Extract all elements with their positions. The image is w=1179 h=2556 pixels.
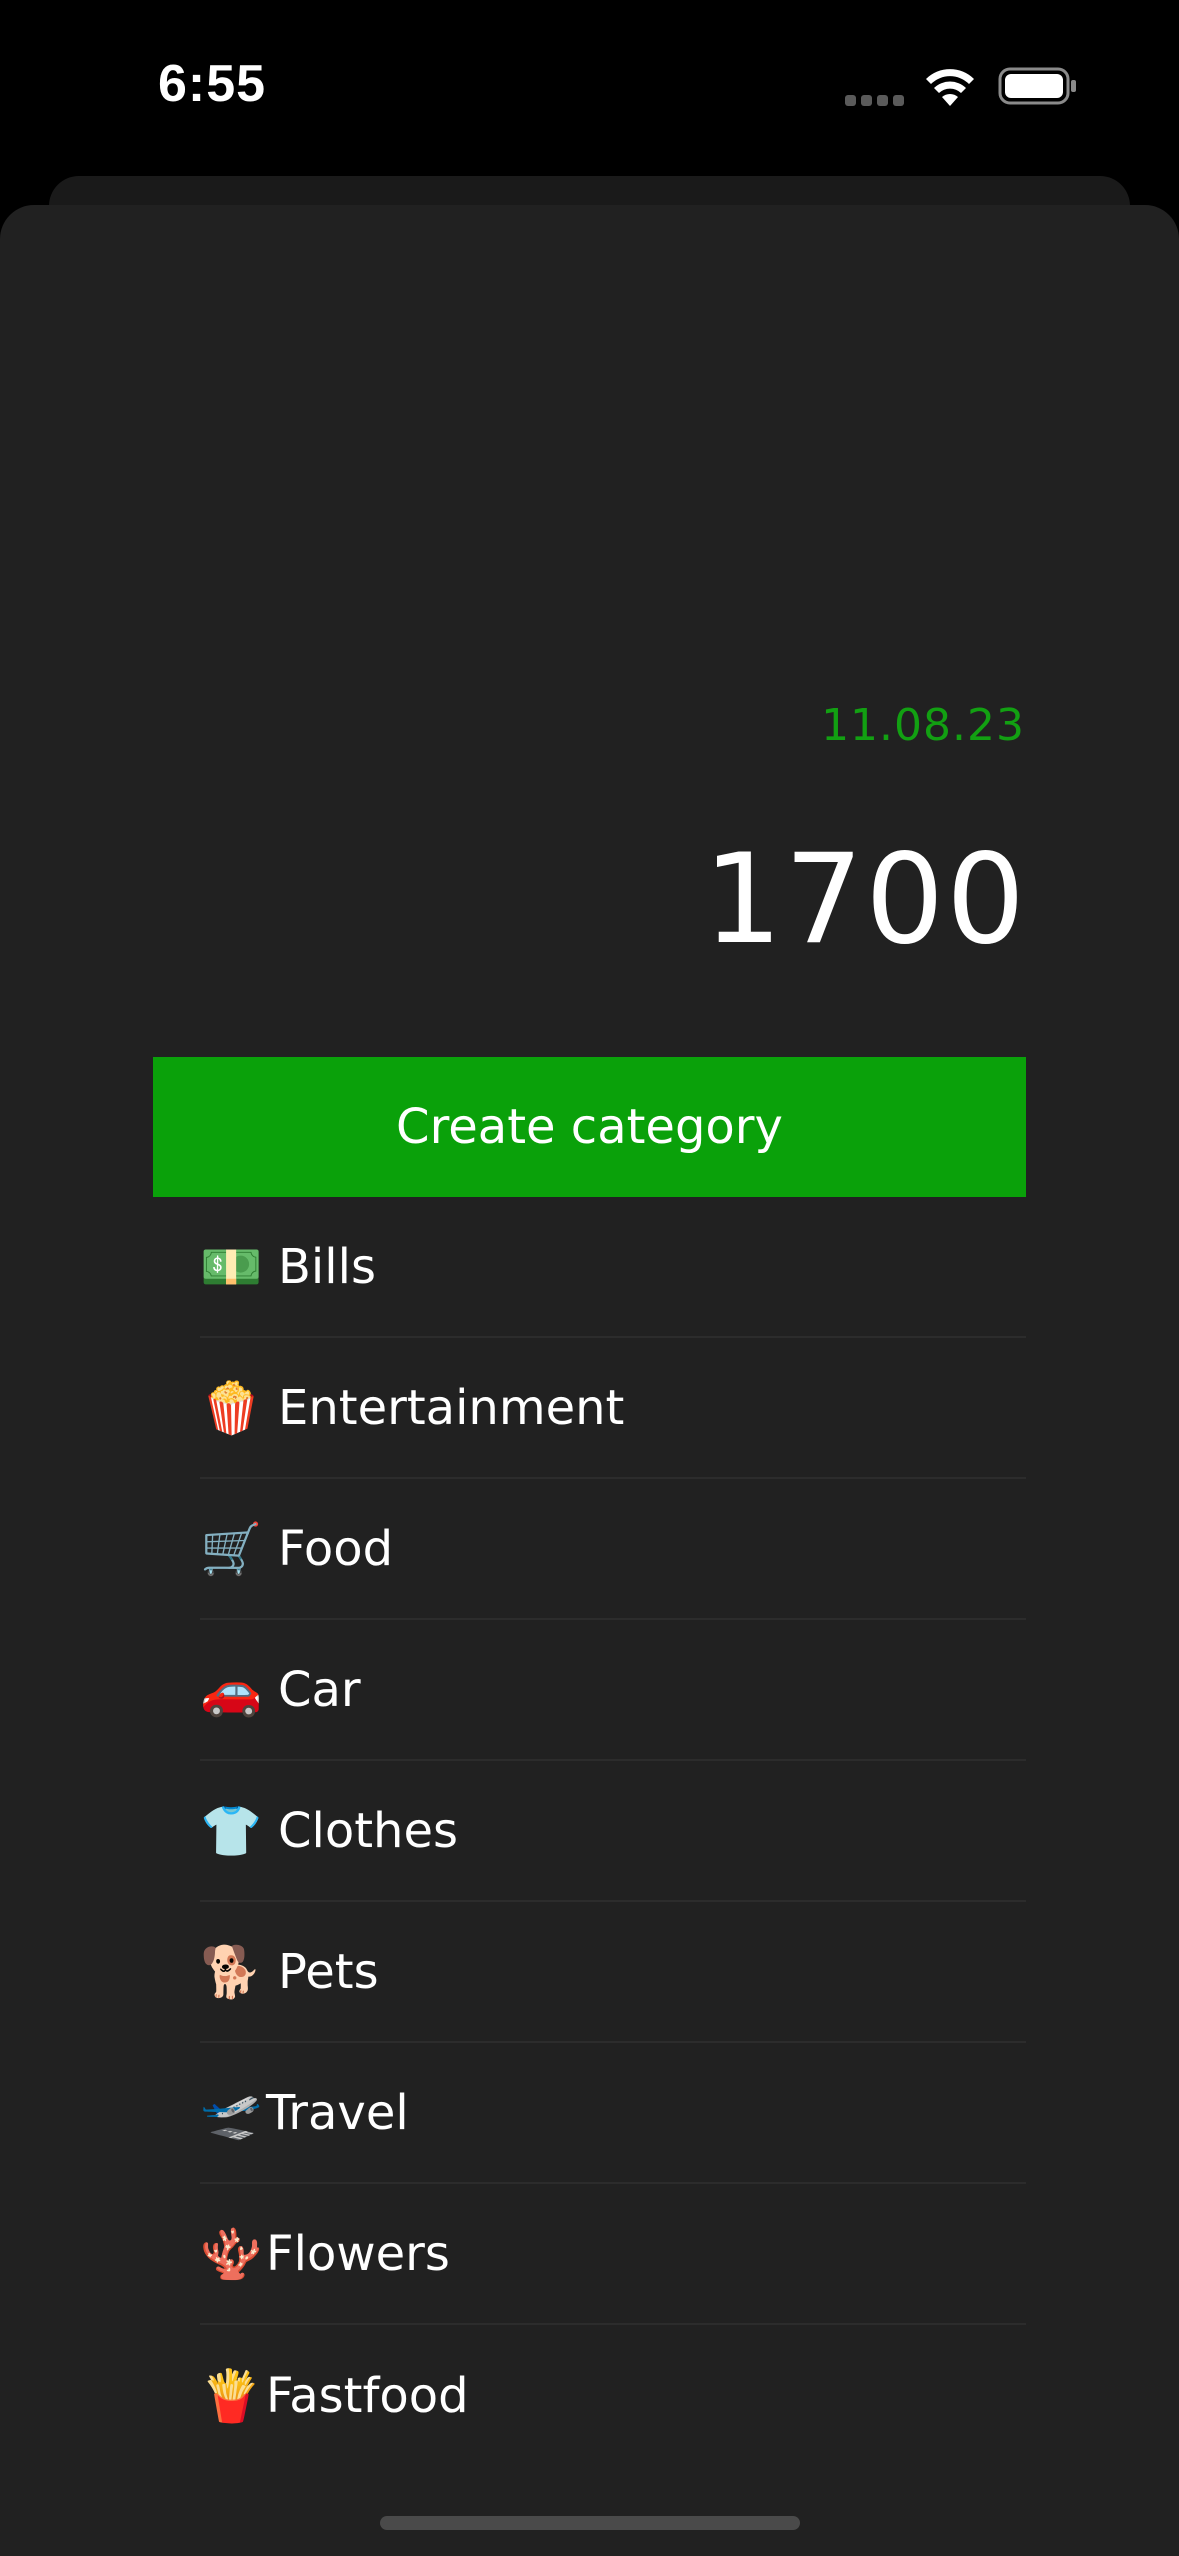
- dog-icon: 🐕: [200, 1942, 263, 2001]
- category-label: Bills: [278, 1238, 376, 1295]
- category-label: Car: [278, 1661, 361, 1718]
- category-item-bills[interactable]: 💵 Bills: [200, 1197, 1026, 1338]
- status-time: 6:55: [158, 55, 267, 113]
- category-label: Food: [278, 1520, 394, 1577]
- category-item-food[interactable]: 🛒 Food: [200, 1479, 1026, 1620]
- shirt-icon: 👕: [200, 1801, 263, 1860]
- amount-value: 1700: [703, 828, 1027, 972]
- category-item-travel[interactable]: 🛫 Travel: [200, 2043, 1026, 2184]
- category-label: Fastfood: [266, 2367, 469, 2424]
- wifi-icon: [926, 69, 974, 106]
- category-item-pets[interactable]: 🐕 Pets: [200, 1902, 1026, 2043]
- shopping-cart-icon: 🛒: [200, 1519, 263, 1578]
- cellular-signal-icon: [845, 95, 905, 107]
- coral-icon: 🪸: [200, 2224, 263, 2283]
- money-icon: 💵: [200, 1237, 263, 1296]
- home-indicator[interactable]: [380, 2516, 800, 2530]
- fries-icon: 🍟: [200, 2366, 263, 2425]
- app-screen: 6:55 11.08.23 1700 Create category 💵 Bil…: [0, 0, 1179, 2556]
- category-label: Entertainment: [278, 1379, 625, 1436]
- airplane-icon: 🛫: [200, 2083, 263, 2142]
- category-item-fastfood[interactable]: 🍟 Fastfood: [200, 2325, 1026, 2466]
- popcorn-icon: 🍿: [200, 1378, 263, 1437]
- category-label: Flowers: [266, 2225, 450, 2282]
- category-item-clothes[interactable]: 👕 Clothes: [200, 1761, 1026, 1902]
- create-category-button[interactable]: Create category: [153, 1057, 1026, 1197]
- category-label: Clothes: [278, 1802, 458, 1859]
- category-item-flowers[interactable]: 🪸 Flowers: [200, 2184, 1026, 2325]
- category-label: Travel: [266, 2084, 409, 2141]
- category-item-car[interactable]: 🚗 Car: [200, 1620, 1026, 1761]
- category-list: 💵 Bills 🍿 Entertainment 🛒 Food 🚗 Car 👕 C…: [200, 1197, 1026, 2466]
- category-item-entertainment[interactable]: 🍿 Entertainment: [200, 1338, 1026, 1479]
- category-label: Pets: [278, 1943, 379, 2000]
- car-icon: 🚗: [200, 1660, 263, 1719]
- date-label: 11.08.23: [821, 700, 1025, 751]
- status-bar: 6:55: [0, 0, 1179, 170]
- battery-icon: [998, 67, 1076, 105]
